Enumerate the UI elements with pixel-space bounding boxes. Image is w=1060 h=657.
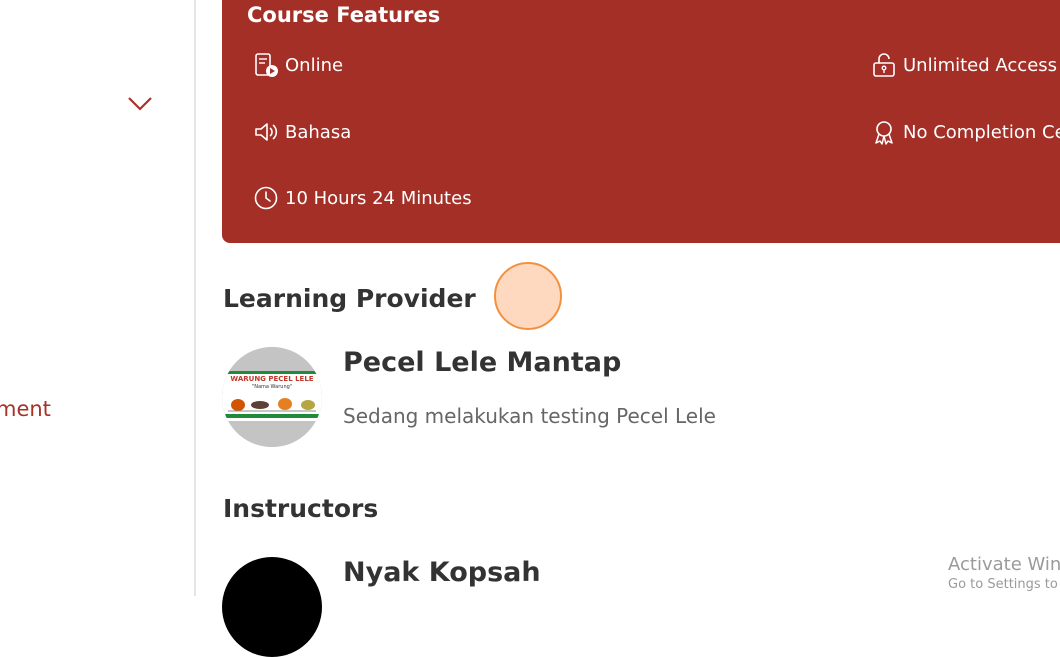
- feature-duration-label: 10 Hours 24 Minutes: [285, 187, 472, 209]
- instructor-avatar[interactable]: [222, 557, 322, 657]
- feature-duration: 10 Hours 24 Minutes: [253, 185, 472, 211]
- instructors-title: Instructors: [223, 494, 379, 523]
- feature-unlimited-access-label: Unlimited Access: [903, 54, 1058, 76]
- clock-icon: [254, 186, 278, 210]
- feature-certificate-label: No Completion Ce: [903, 121, 1060, 143]
- course-features-title: Course Features: [247, 3, 441, 27]
- feature-unlimited-access: Unlimited Access: [871, 52, 1057, 78]
- unlock-icon: [873, 53, 895, 77]
- feature-language-label: Bahasa: [285, 121, 352, 143]
- feature-language: Bahasa: [253, 119, 351, 145]
- instructor-name[interactable]: Nyak Kopsah: [343, 557, 541, 588]
- provider-name[interactable]: Pecel Lele Mantap: [343, 347, 621, 378]
- provider-logo[interactable]: WARUNG PECEL LELE "Nama Warung": [222, 347, 322, 447]
- speaker-icon: [255, 123, 278, 141]
- sidebar-item-label[interactable]: ment: [0, 397, 51, 421]
- learning-provider-title: Learning Provider: [223, 284, 476, 313]
- windows-activation-watermark: Activate Win Go to Settings to: [948, 554, 1060, 592]
- watermark-line-2: Go to Settings to: [948, 577, 1058, 592]
- provider-logo-image: WARUNG PECEL LELE "Nama Warung": [222, 347, 322, 447]
- course-features-card: Course Features Online Unlimited Access …: [222, 0, 1060, 243]
- cursor-click-indicator: [494, 262, 562, 330]
- award-icon: [875, 121, 893, 145]
- provider-logo-title: WARUNG PECEL LELE: [230, 375, 313, 383]
- sidebar: ment: [0, 0, 196, 596]
- watermark-line-1: Activate Win: [948, 554, 1060, 575]
- provider-logo-subtitle: "Nama Warung": [252, 384, 292, 390]
- online-video-icon: [255, 53, 278, 77]
- feature-online: Online: [253, 52, 343, 78]
- chevron-down-icon[interactable]: [127, 93, 153, 113]
- feature-certificate: No Completion Ce: [871, 119, 1060, 145]
- feature-online-label: Online: [285, 54, 344, 76]
- provider-description: Sedang melakukan testing Pecel Lele: [343, 404, 716, 428]
